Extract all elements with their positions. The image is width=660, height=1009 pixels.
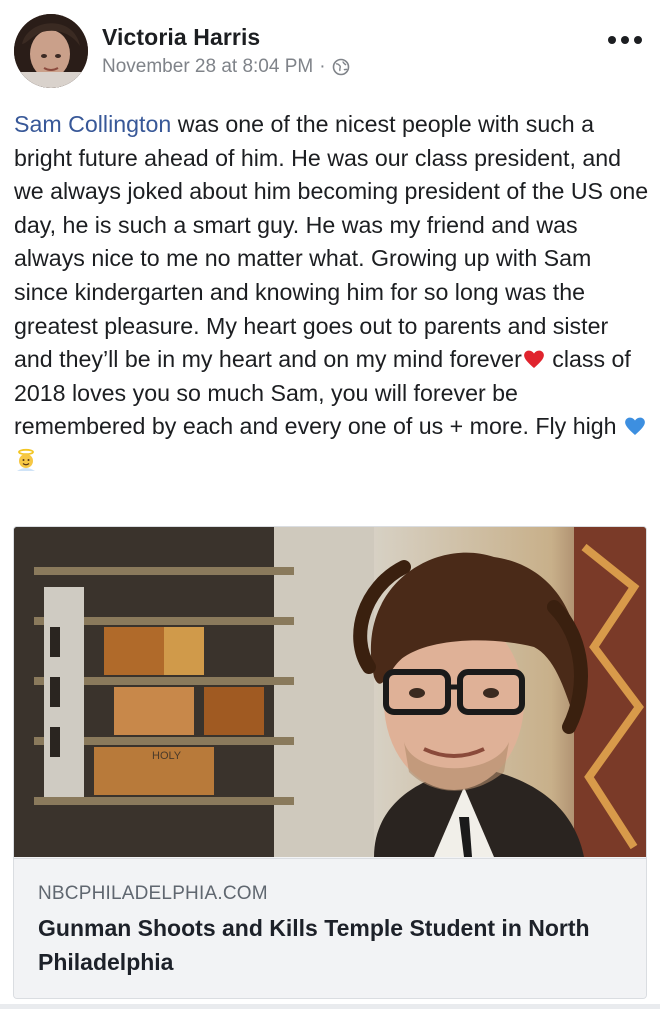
more-options-icon[interactable]: [608, 34, 642, 46]
link-title[interactable]: Gunman Shoots and Kills Temple Student i…: [38, 911, 628, 979]
post-header: Victoria Harris November 28 at 8:04 PM ·: [14, 12, 646, 90]
meta-separator: ·: [319, 56, 326, 77]
link-preview-card[interactable]: HOLY NBCPHILADELPHIA.COM Gunman Shoots a…: [13, 526, 647, 999]
post-timestamp[interactable]: November 28 at 8:04 PM: [102, 56, 313, 78]
angel-emoji: [14, 448, 38, 472]
post-divider: [0, 1004, 660, 1009]
link-domain: NBCPHILADELPHIA.COM: [38, 883, 268, 904]
post-text-part-1: was one of the nicest people with such a…: [14, 111, 649, 373]
post-meta: November 28 at 8:04 PM ·: [102, 56, 350, 78]
post-body: Sam Collington was one of the nicest peo…: [14, 108, 650, 478]
more-dot: [634, 36, 642, 44]
blue-heart-emoji: [623, 414, 647, 438]
author-avatar[interactable]: [14, 14, 88, 88]
link-preview-image: HOLY: [14, 527, 646, 857]
red-heart-emoji: [522, 347, 546, 371]
author-name[interactable]: Victoria Harris: [102, 24, 260, 51]
more-dot: [608, 36, 616, 44]
globe-icon[interactable]: [332, 58, 350, 76]
more-dot: [621, 36, 629, 44]
image-sign-text: HOLY: [152, 750, 182, 762]
link-preview-info: NBCPHILADELPHIA.COM Gunman Shoots and Ki…: [14, 858, 646, 998]
facebook-post: Victoria Harris November 28 at 8:04 PM ·…: [0, 0, 660, 1009]
mention-link[interactable]: Sam Collington: [14, 111, 171, 137]
